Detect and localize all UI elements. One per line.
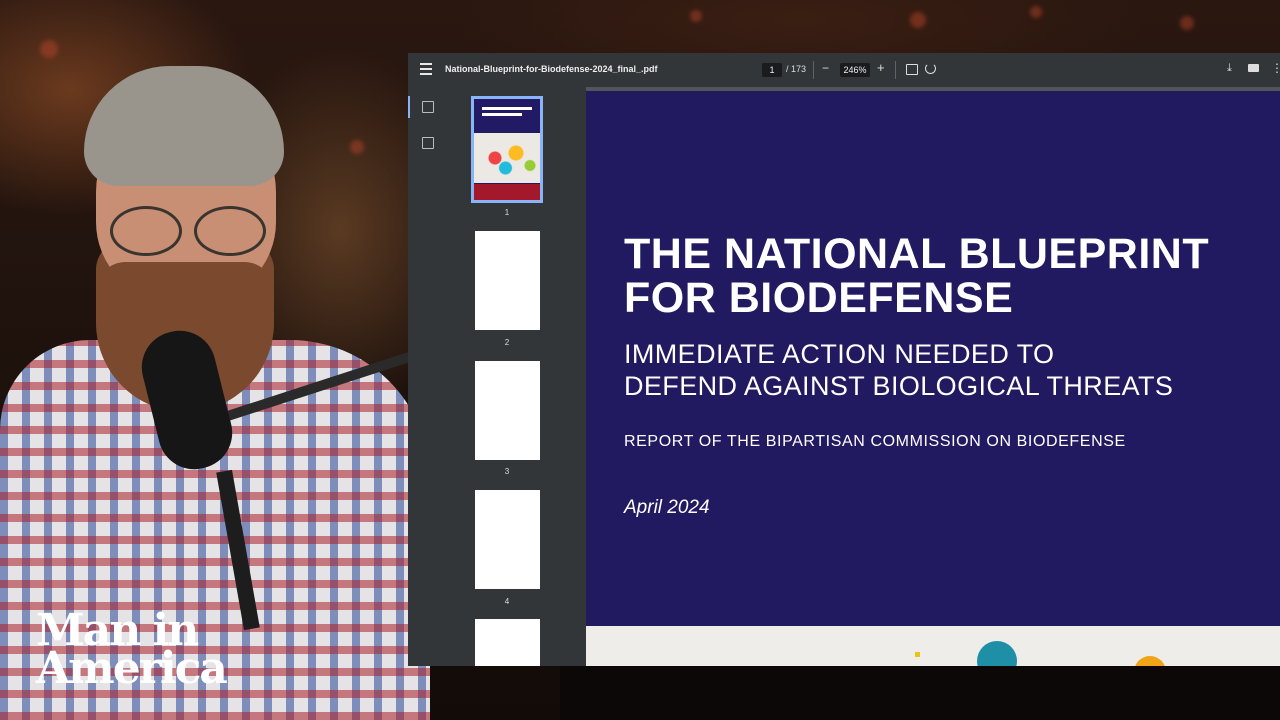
menu-icon[interactable] [420, 63, 432, 77]
publication-date: April 2024 [624, 497, 710, 518]
illustration-dot [915, 652, 920, 657]
file-name: National-Blueprint-for-Biodefense-2024_f… [445, 64, 658, 74]
hair [84, 66, 284, 186]
background-light [1180, 16, 1194, 30]
background-light [690, 10, 702, 22]
illustration-sphere [1134, 656, 1166, 666]
pdf-viewer: National-Blueprint-for-Biodefense-2024_f… [408, 53, 1280, 666]
active-tab-indicator [408, 96, 410, 118]
pdf-toolbar: National-Blueprint-for-Biodefense-2024_f… [408, 53, 1280, 87]
thumbnail-sidebar: 1 2 3 4 [408, 87, 586, 666]
thumbnail-number: 1 [504, 208, 510, 217]
document-title: THE NATIONAL BLUEPRINT FOR BIODEFENSE [624, 232, 1274, 320]
zoom-in-button[interactable]: + [877, 60, 885, 75]
toolbar-divider [895, 61, 896, 79]
glasses [106, 206, 266, 256]
foreground-shadow [560, 666, 1280, 720]
page-number-input[interactable]: 1 [762, 63, 782, 77]
logo-line-2: America [36, 643, 228, 694]
title-line-1: THE NATIONAL BLUEPRINT [624, 230, 1210, 278]
page-thumbnail-3[interactable] [475, 361, 540, 460]
subtitle-line-2: DEFEND AGAINST BIOLOGICAL THREATS [624, 371, 1174, 401]
subtitle-line-1: IMMEDIATE ACTION NEEDED TO [624, 339, 1055, 369]
title-line-2: FOR BIODEFENSE [624, 274, 1014, 322]
total-pages: / 173 [786, 64, 807, 74]
print-icon[interactable] [1248, 64, 1259, 72]
document-subtitle: IMMEDIATE ACTION NEEDED TO DEFEND AGAINS… [624, 338, 1274, 402]
channel-logo: Man in America [36, 609, 256, 694]
more-options-icon[interactable]: ⋮ [1271, 61, 1280, 75]
download-icon[interactable]: ⤓ [1227, 62, 1232, 75]
background-light [910, 12, 926, 28]
fit-to-page-icon[interactable] [906, 64, 918, 75]
zoom-level-input[interactable]: 246% [840, 63, 870, 77]
zoom-out-button[interactable]: − [822, 61, 829, 75]
thumbnails-tab-icon[interactable] [422, 101, 434, 113]
thumbnail-number: 2 [504, 338, 510, 347]
page-thumbnail-1[interactable] [471, 96, 543, 203]
thumbnail-number: 4 [504, 597, 510, 606]
cover-illustration [586, 626, 1280, 666]
page-thumbnail-2[interactable] [475, 231, 540, 330]
thumbnail-number: 3 [504, 467, 510, 476]
toolbar-divider [813, 61, 814, 79]
outline-tab-icon[interactable] [422, 137, 434, 149]
report-line: REPORT OF THE BIPARTISAN COMMISSION ON B… [624, 433, 1126, 450]
page-thumbnail-4[interactable] [475, 490, 540, 589]
illustration-sphere [977, 641, 1017, 666]
rotate-icon[interactable] [925, 63, 936, 74]
page-thumbnail-5[interactable] [475, 619, 540, 666]
pdf-page-cover: THE NATIONAL BLUEPRINT FOR BIODEFENSE IM… [586, 91, 1280, 626]
background-light [1030, 6, 1042, 18]
